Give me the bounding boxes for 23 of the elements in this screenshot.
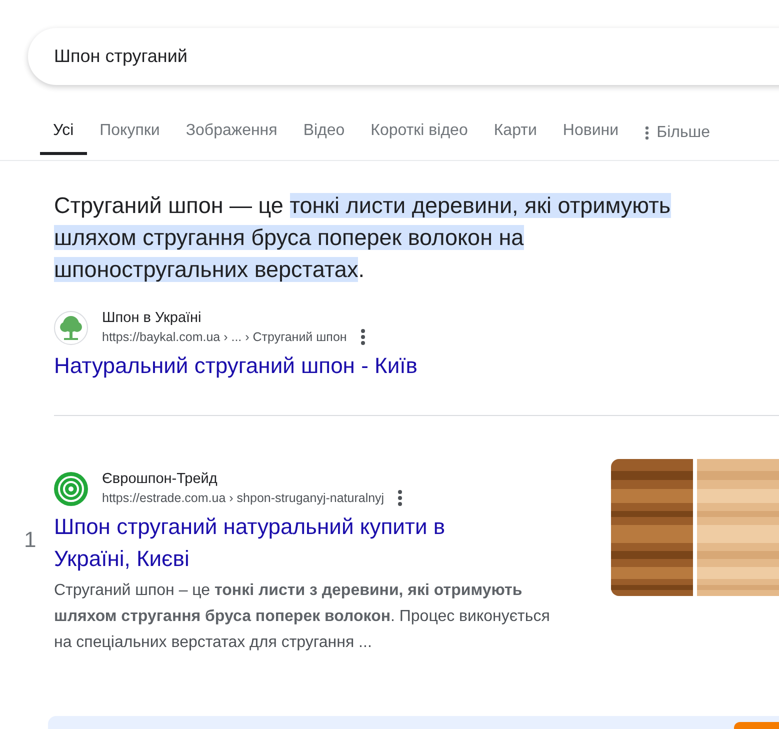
more-tab[interactable]: Більше (632, 112, 724, 155)
result-title-link[interactable]: Шпон струганий натуральний купити в Україні, Києві (54, 511, 524, 575)
tab[interactable]: Зображення (172, 112, 290, 155)
site-name: Шпон в Україні (102, 310, 202, 326)
more-icon (644, 126, 649, 140)
result-title-link[interactable]: Натуральний струганий шпон - Київ (54, 351, 418, 381)
tab[interactable]: Відео (290, 112, 358, 155)
tree-icon (54, 310, 88, 344)
more-options-icon[interactable] (360, 329, 365, 345)
site-url: https://estrade.com.ua › shpon-struganyj-naturalnyj (102, 491, 384, 505)
tab[interactable]: Короткі відео (358, 112, 481, 155)
site-name: Єврошпон-Трейд (102, 471, 218, 487)
search-field[interactable]: Шпон струганий (28, 28, 779, 85)
more-options-icon[interactable] (398, 490, 402, 506)
tab[interactable]: Покупки (86, 112, 173, 155)
tab[interactable]: Карти (480, 112, 550, 155)
result-snippet: Струганий шпон – це тонкі листи з деревини, які отримують шляхом стругання бруса поперек волокон. Процес виконується на спеціальних верстатах для стругання ... (54, 581, 551, 653)
tab[interactable]: Усі (40, 112, 87, 155)
tab[interactable]: Новини (550, 112, 632, 155)
result-number: 1 (24, 527, 36, 553)
site-url: https://baykal.com.ua › ... › Струганий шпон (102, 330, 347, 344)
target-icon (54, 472, 88, 506)
featured-answer: Струганий шпон — це тонкі листи деревини, які отримують шляхом стругання бруса поперек волокон на шпоностругальних верстатах. (54, 192, 672, 284)
